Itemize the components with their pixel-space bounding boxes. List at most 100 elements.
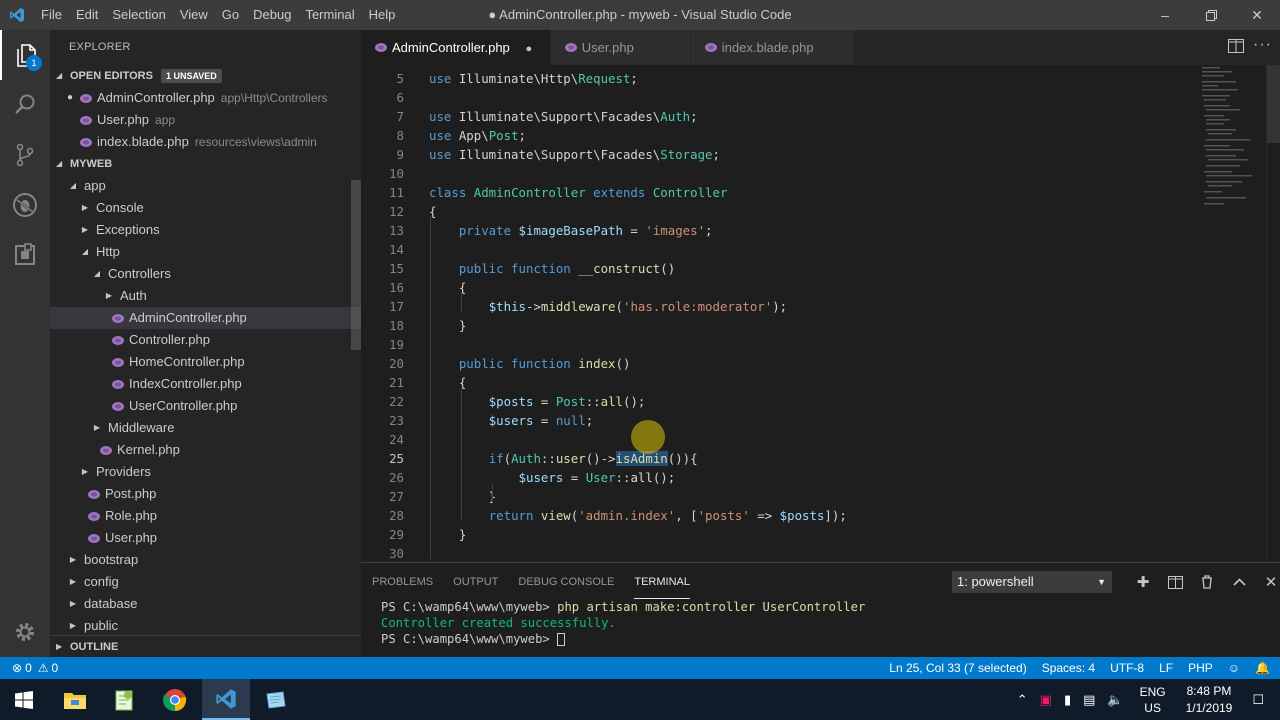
chrome-icon[interactable] <box>151 679 199 720</box>
extensions-activity[interactable] <box>0 230 50 280</box>
battery-icon[interactable]: ▮ <box>1064 692 1071 708</box>
project-header[interactable]: ◢ MYWEB <box>50 153 361 175</box>
menu-terminal[interactable]: Terminal <box>298 0 361 30</box>
terminal-output[interactable]: PS C:\wamp64\www\myweb> php artisan make… <box>361 599 1280 647</box>
open-editors-header[interactable]: ◢ OPEN EDITORS 1 UNSAVED <box>50 65 361 87</box>
tree-file[interactable]: UserController.php <box>50 395 361 417</box>
tree-folder[interactable]: ▶ Middleware <box>50 417 361 439</box>
unsaved-dot-icon[interactable]: ● <box>522 40 536 55</box>
tree-file[interactable]: User.php <box>50 527 361 549</box>
open-editor-item[interactable]: ● AdminController.php app\Http\Controllers <box>50 87 361 109</box>
php-file-icon <box>112 357 124 367</box>
line-code: use Illuminate\Http\Request; <box>429 69 638 88</box>
tree-file[interactable]: Controller.php <box>50 329 361 351</box>
tree-file[interactable]: IndexController.php <box>50 373 361 395</box>
settings-activity[interactable] <box>0 607 50 657</box>
app-taskbar-icon[interactable] <box>251 679 299 720</box>
open-editor-item[interactable]: User.php app <box>50 109 361 131</box>
editor-scroll-thumb[interactable] <box>1267 65 1280 143</box>
terminal-select[interactable]: 1: powershell ▼ <box>952 571 1112 593</box>
new-terminal-icon[interactable]: ✚ <box>1127 571 1159 593</box>
clock-date: 1/1/2019 <box>1185 700 1233 715</box>
close-panel-icon[interactable]: ✕ <box>1255 571 1280 593</box>
encoding[interactable]: UTF-8 <box>1110 657 1144 679</box>
menu-debug[interactable]: Debug <box>246 0 298 30</box>
network-icon[interactable]: ▤ <box>1083 692 1095 708</box>
panel-tab-terminal[interactable]: TERMINAL <box>634 563 690 599</box>
tree-file[interactable]: Kernel.php <box>50 439 361 461</box>
source-control-activity[interactable] <box>0 130 50 180</box>
line-code: class AdminController extends Controller <box>429 183 727 202</box>
editor-scrollbar[interactable] <box>1266 65 1280 562</box>
notifications-bell-icon[interactable]: 🔔 <box>1255 657 1270 679</box>
tree-folder[interactable]: ◢ app <box>50 175 361 197</box>
clock[interactable]: 8:48 PM 1/1/2019 <box>1186 683 1233 717</box>
language-indicator[interactable]: ENG US <box>1140 684 1166 716</box>
split-editor-icon[interactable] <box>1228 39 1244 53</box>
tree-file[interactable]: AdminController.php <box>50 307 361 329</box>
kill-terminal-icon[interactable] <box>1191 571 1223 593</box>
tree-file[interactable]: Post.php <box>50 483 361 505</box>
outline-header[interactable]: ▶ OUTLINE <box>50 635 361 657</box>
menu-view[interactable]: View <box>173 0 215 30</box>
tree-folder[interactable]: ◢ Http <box>50 241 361 263</box>
tree-folder[interactable]: ▶ Providers <box>50 461 361 483</box>
search-activity[interactable] <box>0 80 50 130</box>
tree-folder[interactable]: ▶ config <box>50 571 361 593</box>
file-explorer-icon[interactable] <box>51 679 99 720</box>
language-mode[interactable]: PHP <box>1188 657 1213 679</box>
minimize-button[interactable]: – <box>1142 0 1188 30</box>
menu-help[interactable]: Help <box>362 0 403 30</box>
tree-folder[interactable]: ▶ Exceptions <box>50 219 361 241</box>
tab-index-blade-php[interactable]: index.blade.php <box>690 30 855 65</box>
unsaved-dot-icon[interactable]: ● <box>60 87 80 109</box>
chevron-down-icon: ◢ <box>93 269 101 278</box>
tree-folder[interactable]: ▶ Console <box>50 197 361 219</box>
action-center-icon[interactable]: ☐ <box>1252 692 1264 708</box>
volume-icon[interactable]: 🔈 <box>1107 692 1123 708</box>
end-of-line[interactable]: LF <box>1159 657 1173 679</box>
cursor-position[interactable]: Ln 25, Col 33 (7 selected) <box>889 657 1026 679</box>
tray-app-icon[interactable]: ▣ <box>1040 692 1052 708</box>
editor-tabs: AdminController.php ● User.php index.blade.… <box>361 30 1280 65</box>
debug-activity[interactable] <box>0 180 50 230</box>
maximize-panel-icon[interactable] <box>1223 571 1255 593</box>
menu-edit[interactable]: Edit <box>69 0 105 30</box>
indentation[interactable]: Spaces: 4 <box>1042 657 1095 679</box>
code-editor[interactable]: 5 use Illuminate\Http\Request; 6 7 use Illum… <box>361 65 1280 562</box>
tree-folder[interactable]: ◢ Controllers <box>50 263 361 285</box>
minimap[interactable] <box>1200 65 1266 215</box>
windows-start-icon[interactable] <box>0 679 48 720</box>
chevron-up-icon[interactable]: ⌃ <box>1017 692 1028 708</box>
panel-tab-debug-console[interactable]: DEBUG CONSOLE <box>518 563 614 599</box>
tree-folder[interactable]: ▶ Auth <box>50 285 361 307</box>
tree-folder[interactable]: ▶ public <box>50 615 361 637</box>
php-file-icon <box>375 43 387 52</box>
panel-tab-output[interactable]: OUTPUT <box>453 563 498 599</box>
tree-file[interactable]: HomeController.php <box>50 351 361 373</box>
menu-file[interactable]: File <box>34 0 69 30</box>
tree-label: Role.php <box>105 508 158 523</box>
tree-folder[interactable]: ▶ database <box>50 593 361 615</box>
menu-selection[interactable]: Selection <box>105 0 172 30</box>
close-window-button[interactable]: ✕ <box>1234 0 1280 30</box>
open-editor-item[interactable]: index.blade.php resources\views\admin <box>50 131 361 153</box>
notepad-plus-icon[interactable] <box>100 679 148 720</box>
sidebar-scrollbar[interactable] <box>351 180 361 350</box>
explorer-activity[interactable]: 1 <box>0 30 50 80</box>
problems-status[interactable]: ⊗ 0 ⚠ 0 <box>12 657 58 679</box>
tree-folder[interactable]: ▶ bootstrap <box>50 549 361 571</box>
terminal-select-value: 1: powershell <box>957 574 1034 589</box>
split-terminal-icon[interactable] <box>1159 571 1191 593</box>
tab-user-php[interactable]: User.php <box>550 30 691 65</box>
menu-go[interactable]: Go <box>215 0 246 30</box>
vscode-taskbar-icon[interactable] <box>202 679 250 720</box>
feedback-smiley-icon[interactable]: ☺ <box>1228 657 1240 679</box>
more-actions-icon[interactable]: ··· <box>1253 36 1272 54</box>
restore-button[interactable] <box>1188 0 1234 30</box>
panel-tab-problems[interactable]: PROBLEMS <box>372 563 433 599</box>
chevron-right-icon: ▶ <box>69 621 77 630</box>
tab-admincontroller-php[interactable]: AdminController.php ● <box>361 30 551 65</box>
code-line: 27 } <box>361 487 1201 506</box>
tree-file[interactable]: Role.php <box>50 505 361 527</box>
